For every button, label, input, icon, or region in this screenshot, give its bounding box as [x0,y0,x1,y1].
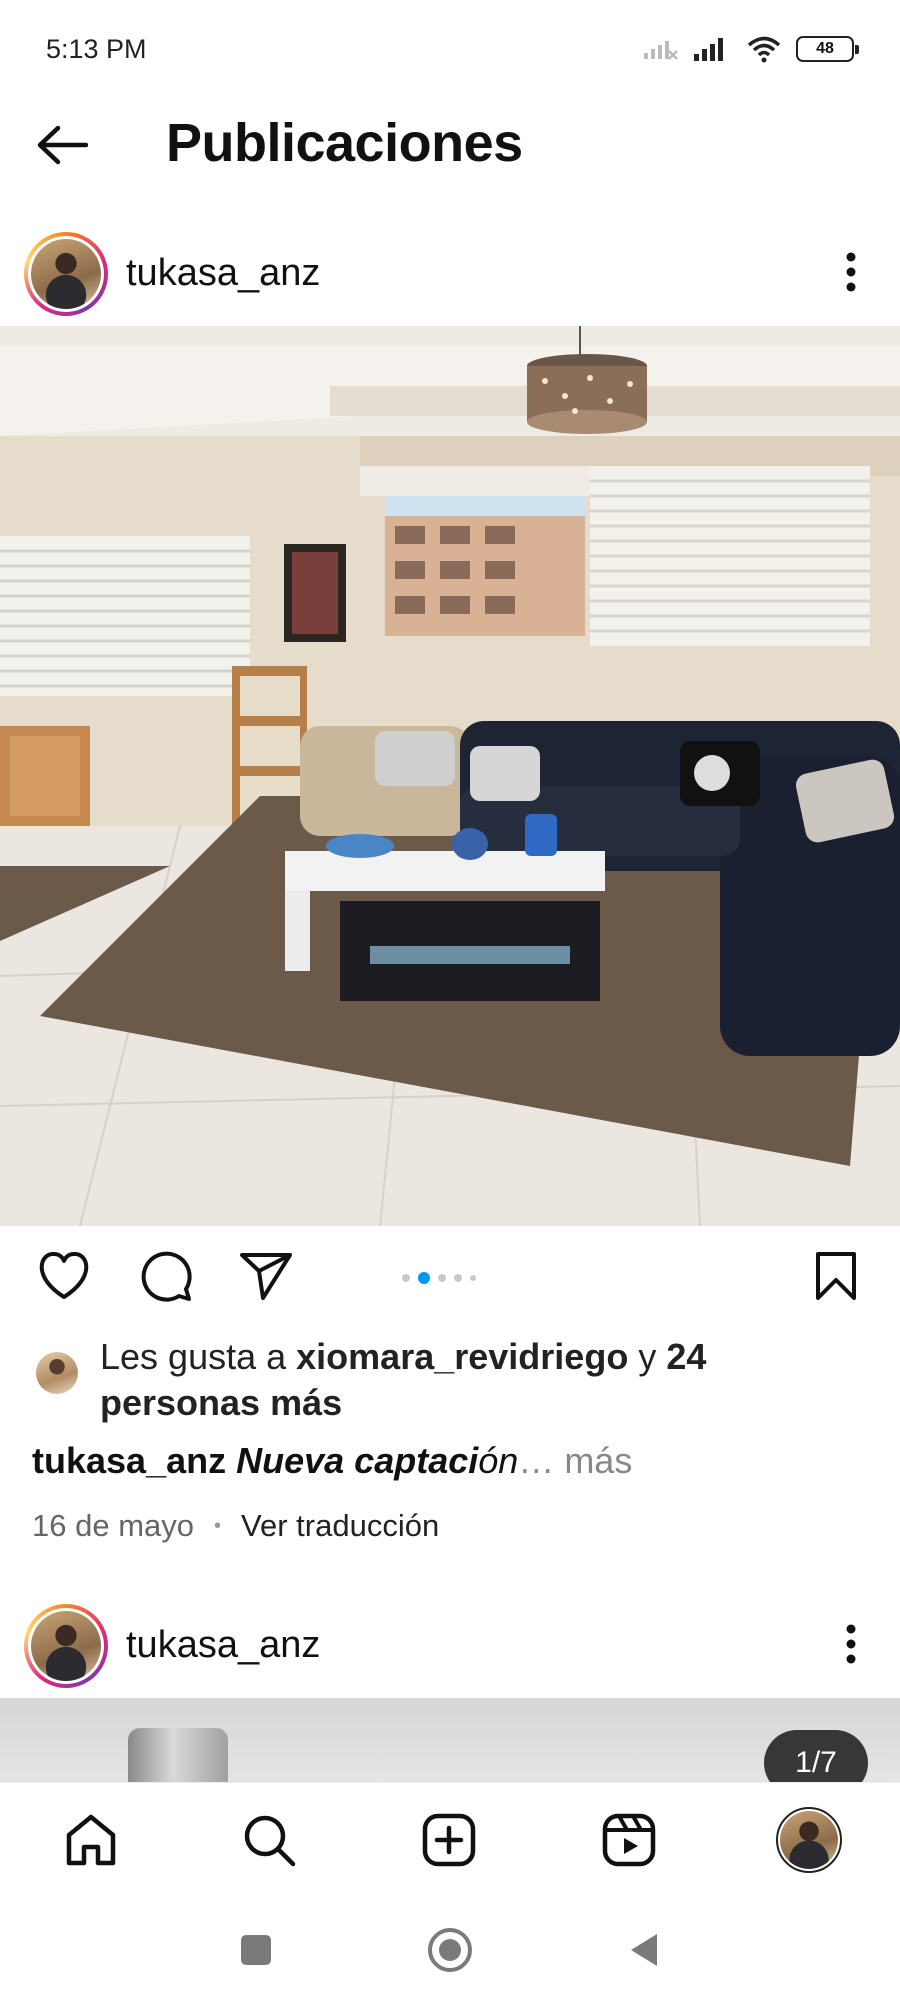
caption-username[interactable]: tukasa_anz [32,1440,226,1481]
translate-link[interactable]: Ver traducción [241,1508,439,1544]
share-icon [240,1253,292,1300]
back-triangle-icon [631,1934,657,1966]
system-home-button[interactable] [426,1926,474,1974]
post-meta: 16 de mayo • Ver traducción [32,1508,439,1544]
next-photo-lamp [128,1728,228,1782]
nav-search[interactable] [234,1805,304,1875]
nav-profile[interactable] [774,1805,844,1875]
status-bar: 5:13 PM 48 [0,0,900,100]
post-caption: tukasa_anz Nueva captación… más [32,1440,632,1482]
back-arrow-icon [37,125,88,165]
heart-icon [39,1252,89,1299]
avatar[interactable] [24,232,108,316]
more-vertical-icon [846,252,856,292]
post-actions [0,1226,900,1322]
home-icon [66,1814,116,1866]
recents-button[interactable] [232,1926,280,1974]
comment-icon [141,1251,192,1302]
likes-prefix: Les gusta a [100,1336,287,1377]
wifi-icon [747,36,781,63]
carousel-indicator [402,1272,476,1284]
liker-username[interactable]: xiomara_revidriego [296,1336,628,1377]
carousel-dot [454,1274,462,1282]
recents-icon [241,1935,271,1965]
caption-text-bold: Nueva captaci [236,1440,479,1481]
carousel-dot [438,1274,446,1282]
post-username[interactable]: tukasa_anz [126,252,320,295]
meta-separator: • [214,1514,222,1537]
carousel-dot-active [418,1272,430,1284]
post-header: tukasa_anz [0,216,900,326]
more-options-button[interactable] [828,244,874,300]
avatar[interactable] [24,1604,108,1688]
status-icons: 48 [642,32,859,66]
nav-home[interactable] [56,1805,126,1875]
create-icon [422,1813,476,1867]
bottom-nav [0,1782,900,1892]
home-circle-icon [428,1928,472,1972]
battery-icon: 48 [796,36,859,62]
system-nav [0,1892,900,2000]
save-button[interactable] [806,1246,866,1306]
post-username[interactable]: tukasa_anz [126,1624,320,1667]
post-photo[interactable] [0,326,900,1226]
liker-avatar [36,1352,78,1394]
post-date: 16 de mayo [32,1508,194,1543]
next-post-header: tukasa_anz [0,1588,900,1698]
reels-icon [602,1813,656,1867]
page-header: Publicaciones [0,100,900,190]
like-button[interactable] [34,1246,94,1306]
carousel-dot [402,1274,410,1282]
caption-more-link[interactable]: más [564,1440,632,1481]
battery-level: 48 [816,40,834,57]
system-back-button[interactable] [620,1926,668,1974]
page-title: Publicaciones [166,113,523,173]
living-room-photo [0,326,900,1226]
back-button[interactable] [32,118,92,172]
caption-ellipsis: … [518,1440,555,1481]
search-icon [244,1815,296,1867]
likes-text: Les gusta a xiomara_revidriego y 24 pers… [100,1334,860,1426]
carousel-dot [470,1275,476,1281]
more-options-button[interactable] [828,1616,874,1672]
caption-text-rest: ón [478,1440,519,1481]
status-time: 5:13 PM [46,34,147,64]
profile-avatar [776,1807,842,1873]
nav-reels[interactable] [594,1805,664,1875]
more-vertical-icon [846,1624,856,1664]
comment-button[interactable] [136,1246,196,1306]
signal-icon [694,38,723,61]
nav-create[interactable] [414,1805,484,1875]
bookmark-icon [816,1252,856,1300]
signal-off-icon [644,41,678,60]
share-button[interactable] [236,1246,296,1306]
likes-conjunction: y [638,1336,657,1377]
